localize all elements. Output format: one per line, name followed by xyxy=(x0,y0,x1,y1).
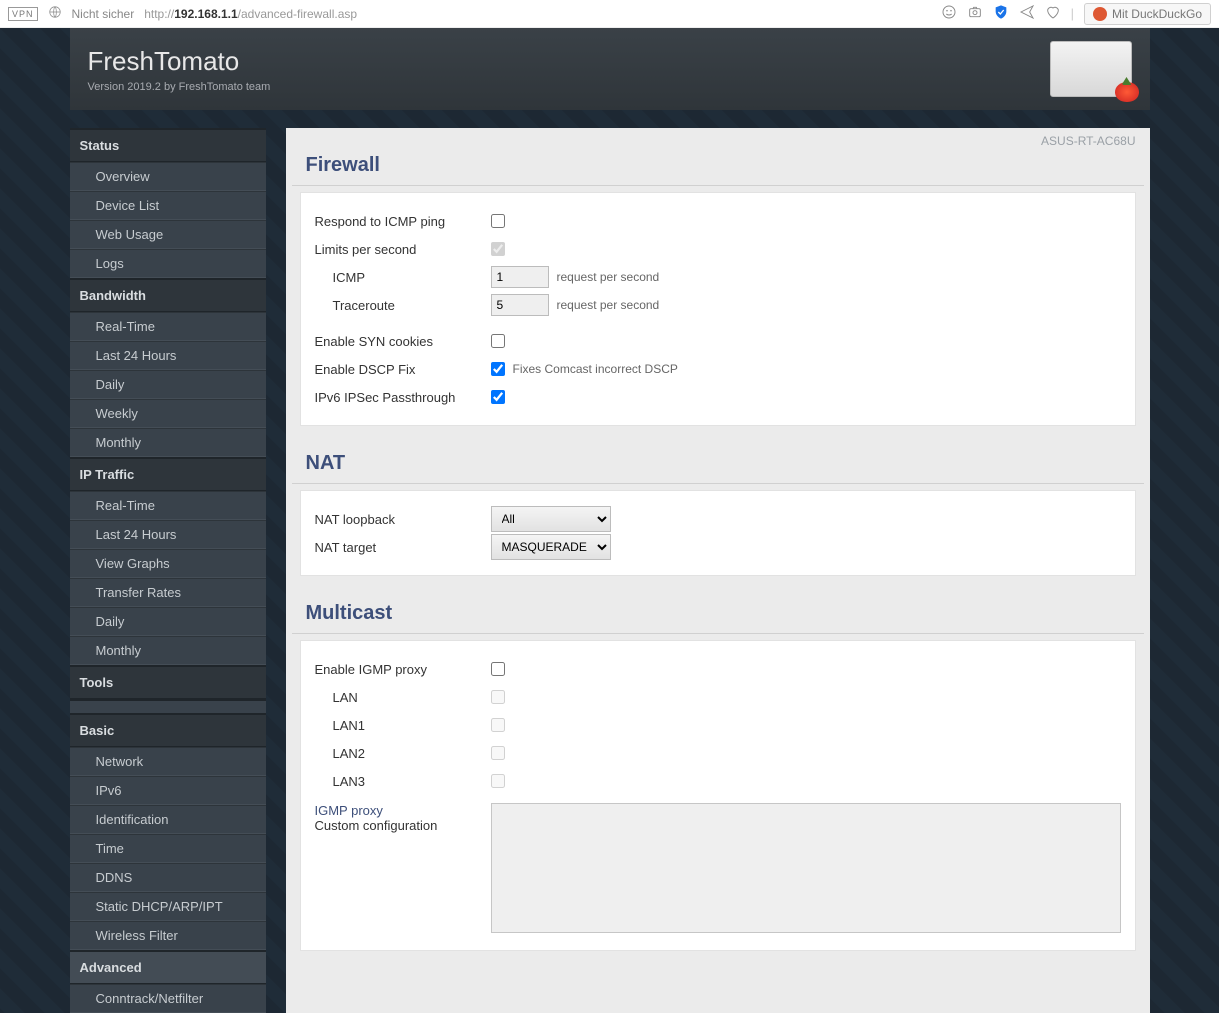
select-nat-loopback[interactable]: All xyxy=(491,506,611,532)
checkbox-ipv6-ipsec[interactable] xyxy=(491,390,505,404)
checkbox-lan[interactable] xyxy=(491,690,505,704)
label-lan: LAN xyxy=(315,690,491,705)
link-igmp-proxy[interactable]: IGMP proxy xyxy=(315,803,491,818)
nav-section-tools[interactable]: Tools xyxy=(70,665,266,699)
content-pane: ASUS-RT-AC68U Firewall Respond to ICMP p… xyxy=(286,128,1150,1013)
send-icon[interactable] xyxy=(1019,4,1035,23)
label-nat-loopback: NAT loopback xyxy=(315,512,491,527)
checkbox-enable-igmp[interactable] xyxy=(491,662,505,676)
hostname-label: ASUS-RT-AC68U xyxy=(286,128,1150,148)
label-respond-icmp: Respond to ICMP ping xyxy=(315,214,491,229)
brand-subtitle: Version 2019.2 by FreshTomato team xyxy=(88,81,271,93)
nav-item-overview[interactable]: Overview xyxy=(70,162,266,191)
nav-item-network[interactable]: Network xyxy=(70,747,266,776)
input-traceroute[interactable] xyxy=(491,294,549,316)
checkbox-dscp-fix[interactable] xyxy=(491,362,505,376)
label-nat-target: NAT target xyxy=(315,540,491,555)
label-dscp-fix: Enable DSCP Fix xyxy=(315,362,491,377)
label-igmp-custom: Custom configuration xyxy=(315,818,491,833)
nav-item-ip-transfer[interactable]: Transfer Rates xyxy=(70,578,266,607)
checkbox-lan3[interactable] xyxy=(491,774,505,788)
url-display[interactable]: http://192.168.1.1/advanced-firewall.asp xyxy=(144,7,357,21)
nav-item-ddns[interactable]: DDNS xyxy=(70,863,266,892)
hint-icmp: request per second xyxy=(557,270,660,284)
label-icmp: ICMP xyxy=(315,270,491,285)
heart-icon[interactable] xyxy=(1045,4,1061,23)
checkbox-lan1[interactable] xyxy=(491,718,505,732)
label-traceroute: Traceroute xyxy=(315,298,491,313)
nav-item-bw-24h[interactable]: Last 24 Hours xyxy=(70,341,266,370)
nav-item-bw-weekly[interactable]: Weekly xyxy=(70,399,266,428)
nav-item-time[interactable]: Time xyxy=(70,834,266,863)
nav-item-logs[interactable]: Logs xyxy=(70,249,266,278)
browser-toolbar-right: | Mit DuckDuckGo xyxy=(941,3,1211,25)
browser-address-bar: VPN Nicht sicher http://192.168.1.1/adva… xyxy=(0,0,1219,28)
nav-item-ip-realtime[interactable]: Real-Time xyxy=(70,491,266,520)
logo-device xyxy=(1050,41,1132,97)
hint-traceroute: request per second xyxy=(557,298,660,312)
nav-item-bw-monthly[interactable]: Monthly xyxy=(70,428,266,457)
label-enable-igmp: Enable IGMP proxy xyxy=(315,662,491,677)
smile-icon[interactable] xyxy=(941,4,957,23)
vpn-badge: VPN xyxy=(8,7,38,21)
select-nat-target[interactable]: MASQUERADE xyxy=(491,534,611,560)
nav-item-wireless-filter[interactable]: Wireless Filter xyxy=(70,921,266,950)
checkbox-lan2[interactable] xyxy=(491,746,505,760)
section-title-firewall: Firewall xyxy=(292,148,1144,186)
nav-item-ip-monthly[interactable]: Monthly xyxy=(70,636,266,665)
nav-section-basic[interactable]: Basic xyxy=(70,713,266,747)
label-lan2: LAN2 xyxy=(315,746,491,761)
globe-icon xyxy=(48,5,62,22)
shield-check-icon[interactable] xyxy=(993,4,1009,23)
panel-nat: NAT loopback All NAT target MASQUERADE xyxy=(300,490,1136,576)
input-icmp[interactable] xyxy=(491,266,549,288)
nav-section-advanced[interactable]: Advanced xyxy=(70,950,266,984)
section-title-nat: NAT xyxy=(292,446,1144,484)
section-title-multicast: Multicast xyxy=(292,596,1144,634)
duckduckgo-search-button[interactable]: Mit DuckDuckGo xyxy=(1084,3,1211,25)
label-ipv6-ipsec: IPv6 IPSec Passthrough xyxy=(315,390,491,405)
camera-icon[interactable] xyxy=(967,4,983,23)
nav-item-device-list[interactable]: Device List xyxy=(70,191,266,220)
app-header: FreshTomato Version 2019.2 by FreshTomat… xyxy=(70,28,1150,110)
nav-item-web-usage[interactable]: Web Usage xyxy=(70,220,266,249)
checkbox-respond-icmp[interactable] xyxy=(491,214,505,228)
url-host: 192.168.1.1 xyxy=(174,7,237,21)
label-lan3: LAN3 xyxy=(315,774,491,789)
nav-item-ipv6[interactable]: IPv6 xyxy=(70,776,266,805)
url-path: /advanced-firewall.asp xyxy=(238,7,357,21)
nav-item-ip-graphs[interactable]: View Graphs xyxy=(70,549,266,578)
nav-item-static-dhcp[interactable]: Static DHCP/ARP/IPT xyxy=(70,892,266,921)
label-limits-per-second: Limits per second xyxy=(315,242,491,257)
sidebar-nav: Status Overview Device List Web Usage Lo… xyxy=(70,128,266,1013)
brand-title: FreshTomato xyxy=(88,46,271,77)
checkbox-syn-cookies[interactable] xyxy=(491,334,505,348)
duckduckgo-icon xyxy=(1093,7,1107,21)
panel-multicast: Enable IGMP proxy LAN LAN1 LAN2 xyxy=(300,640,1136,951)
checkbox-limits[interactable] xyxy=(491,242,505,256)
label-syn-cookies: Enable SYN cookies xyxy=(315,334,491,349)
hint-dscp-fix: Fixes Comcast incorrect DSCP xyxy=(513,362,678,376)
nav-section-bandwidth[interactable]: Bandwidth xyxy=(70,278,266,312)
nav-section-iptraffic[interactable]: IP Traffic xyxy=(70,457,266,491)
nav-item-bw-realtime[interactable]: Real-Time xyxy=(70,312,266,341)
security-warning-text: Nicht sicher xyxy=(72,7,135,21)
nav-item-identification[interactable]: Identification xyxy=(70,805,266,834)
tomato-icon xyxy=(1115,82,1139,102)
nav-item-ip-24h[interactable]: Last 24 Hours xyxy=(70,520,266,549)
label-lan1: LAN1 xyxy=(315,718,491,733)
duckduckgo-label: Mit DuckDuckGo xyxy=(1112,7,1202,21)
textarea-igmp-custom[interactable] xyxy=(491,803,1121,933)
nav-item-ip-daily[interactable]: Daily xyxy=(70,607,266,636)
url-scheme: http:// xyxy=(144,7,174,21)
nav-item-conntrack[interactable]: Conntrack/Netfilter xyxy=(70,984,266,1013)
nav-gap xyxy=(70,699,266,713)
nav-section-status[interactable]: Status xyxy=(70,128,266,162)
nav-item-bw-daily[interactable]: Daily xyxy=(70,370,266,399)
toolbar-separator: | xyxy=(1071,6,1074,21)
panel-firewall: Respond to ICMP ping Limits per second I… xyxy=(300,192,1136,426)
